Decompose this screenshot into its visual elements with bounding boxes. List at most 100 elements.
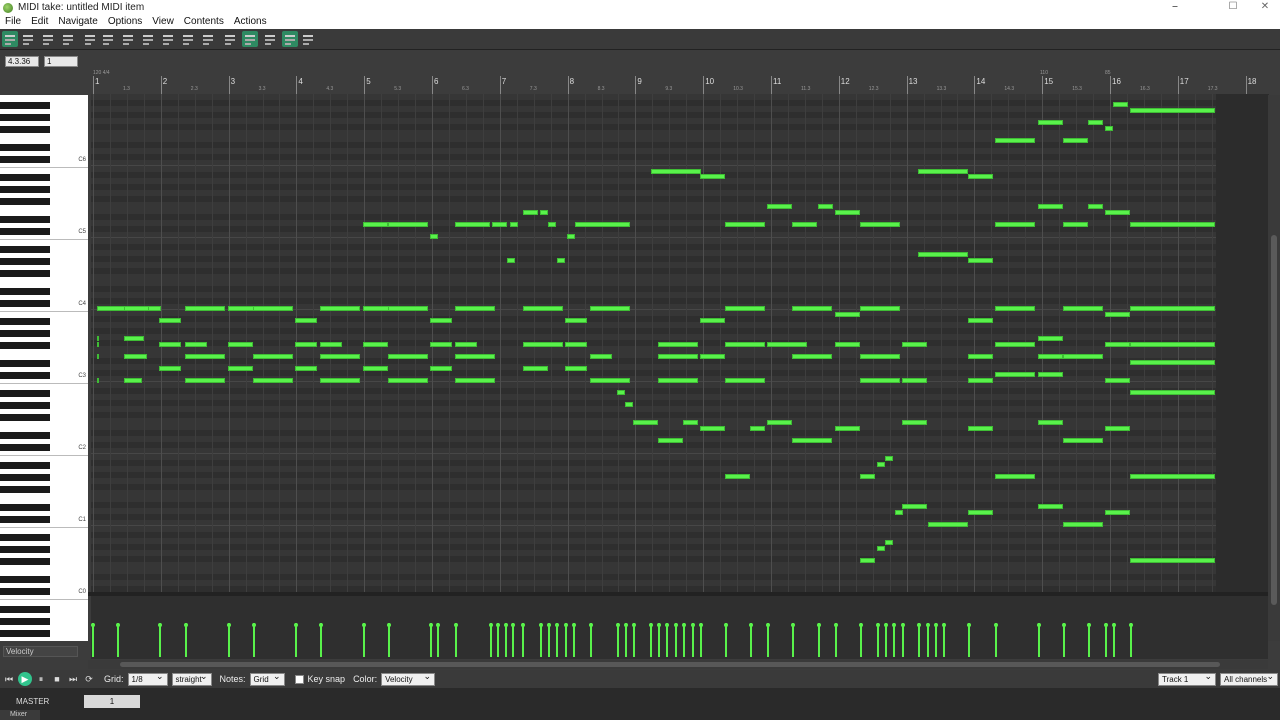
velocity-bar[interactable]: [675, 623, 677, 657]
midi-note[interactable]: [902, 378, 927, 383]
midi-note[interactable]: [185, 354, 225, 359]
black-key[interactable]: [0, 372, 50, 379]
midi-note[interactable]: [567, 234, 575, 239]
velocity-handle[interactable]: [521, 623, 525, 627]
midi-note[interactable]: [658, 378, 698, 383]
velocity-handle[interactable]: [116, 623, 120, 627]
black-key[interactable]: [0, 258, 50, 265]
velocity-handle[interactable]: [429, 623, 433, 627]
velocity-handle[interactable]: [994, 623, 998, 627]
midi-note[interactable]: [1130, 558, 1215, 563]
velocity-handle[interactable]: [699, 623, 703, 627]
midi-note[interactable]: [902, 342, 927, 347]
velocity-bar[interactable]: [835, 623, 837, 657]
midi-note[interactable]: [617, 390, 625, 395]
midi-note[interactable]: [835, 342, 860, 347]
midi-note[interactable]: [918, 252, 968, 257]
midi-note[interactable]: [792, 306, 832, 311]
midi-note[interactable]: [725, 342, 765, 347]
midi-note[interactable]: [97, 336, 99, 341]
velocity-handle[interactable]: [489, 623, 493, 627]
midi-note[interactable]: [124, 354, 147, 359]
menu-item-actions[interactable]: Actions: [229, 15, 272, 29]
velocity-bar[interactable]: [1038, 623, 1040, 657]
velocity-handle[interactable]: [649, 623, 653, 627]
velocity-bar[interactable]: [625, 623, 627, 657]
midi-note[interactable]: [1063, 354, 1103, 359]
black-key[interactable]: [0, 486, 50, 493]
tempo-marker[interactable]: 120 4/4: [93, 70, 110, 76]
velocity-handle[interactable]: [892, 623, 896, 627]
midi-note[interactable]: [430, 234, 438, 239]
midi-note[interactable]: [1063, 522, 1103, 527]
velocity-bar[interactable]: [228, 623, 230, 657]
black-key[interactable]: [0, 102, 50, 109]
velocity-bar[interactable]: [918, 623, 920, 657]
midi-note[interactable]: [877, 462, 885, 467]
velocity-bar[interactable]: [437, 623, 439, 657]
go-to-end-icon[interactable]: ⏭: [66, 672, 80, 686]
midi-note[interactable]: [455, 354, 495, 359]
metronome-icon[interactable]: [300, 31, 316, 47]
midi-note[interactable]: [1038, 204, 1063, 209]
midi-note[interactable]: [388, 306, 428, 311]
velocity-bar[interactable]: [893, 623, 895, 657]
midi-note[interactable]: [633, 420, 658, 425]
midi-note[interactable]: [767, 204, 792, 209]
drum-grid-icon[interactable]: [40, 31, 56, 47]
velocity-handle[interactable]: [387, 623, 391, 627]
velocity-bar[interactable]: [650, 623, 652, 657]
velocity-handle[interactable]: [1037, 623, 1041, 627]
black-key[interactable]: [0, 156, 50, 163]
midi-note[interactable]: [228, 342, 253, 347]
midi-note[interactable]: [918, 169, 968, 174]
midi-note[interactable]: [885, 540, 893, 545]
black-key[interactable]: [0, 114, 50, 121]
midi-note[interactable]: [1130, 306, 1215, 311]
black-key[interactable]: [0, 546, 50, 553]
velocity-bar[interactable]: [455, 623, 457, 657]
velocity-bar[interactable]: [877, 623, 879, 657]
midi-note[interactable]: [124, 336, 144, 341]
velocity-bar[interactable]: [700, 623, 702, 657]
velocity-bar[interactable]: [548, 623, 550, 657]
black-key[interactable]: [0, 174, 50, 181]
black-key[interactable]: [0, 444, 50, 451]
midi-note[interactable]: [1105, 126, 1113, 131]
black-key[interactable]: [0, 402, 50, 409]
key-snap-checkbox[interactable]: [294, 674, 304, 684]
midi-note[interactable]: [1063, 438, 1103, 443]
midi-note[interactable]: [877, 546, 885, 551]
midi-note[interactable]: [968, 318, 993, 323]
midi-note[interactable]: [860, 474, 875, 479]
midi-note[interactable]: [995, 306, 1035, 311]
midi-note[interactable]: [430, 342, 452, 347]
midi-note[interactable]: [767, 420, 792, 425]
velocity-handle[interactable]: [834, 623, 838, 627]
midi-note[interactable]: [792, 354, 832, 359]
midi-note[interactable]: [565, 342, 587, 347]
midi-note[interactable]: [97, 342, 99, 347]
midi-note[interactable]: [1105, 342, 1130, 347]
midi-note[interactable]: [1130, 474, 1215, 479]
velocity-handle[interactable]: [1104, 623, 1108, 627]
velocity-handle[interactable]: [901, 623, 905, 627]
vertical-scrollbar[interactable]: [1268, 95, 1280, 641]
velocity-handle[interactable]: [682, 623, 686, 627]
mixer-tab[interactable]: Mixer: [0, 710, 40, 720]
midi-note[interactable]: [725, 306, 765, 311]
velocity-bar[interactable]: [692, 623, 694, 657]
velocity-bar[interactable]: [512, 623, 514, 657]
midi-note[interactable]: [159, 342, 181, 347]
midi-note[interactable]: [658, 438, 683, 443]
velocity-bar[interactable]: [1113, 623, 1115, 657]
velocity-handle[interactable]: [589, 623, 593, 627]
midi-note[interactable]: [902, 420, 927, 425]
grid-select[interactable]: 1/8: [127, 671, 168, 686]
midi-note[interactable]: [565, 366, 587, 371]
piano-roll-icon[interactable]: [2, 31, 18, 47]
midi-note[interactable]: [590, 354, 612, 359]
midi-note[interactable]: [625, 402, 633, 407]
velocity-lane[interactable]: [91, 596, 1268, 659]
midi-note[interactable]: [1105, 378, 1130, 383]
